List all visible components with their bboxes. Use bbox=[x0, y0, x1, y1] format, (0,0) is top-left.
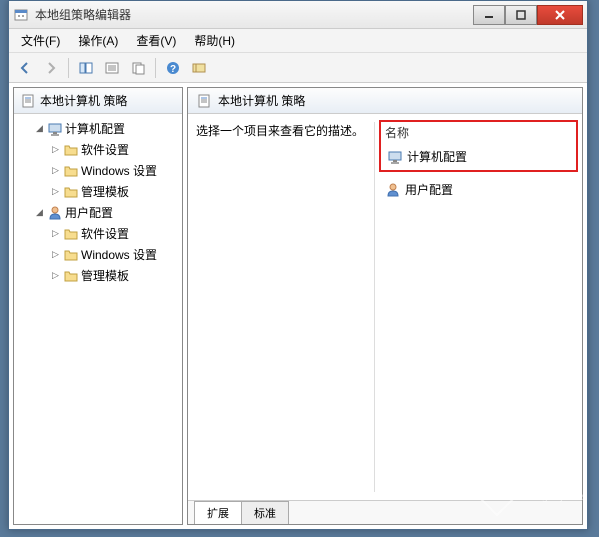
list-panel: 名称 计算机配置 用户配置 bbox=[374, 122, 574, 492]
tab-extended[interactable]: 扩展 bbox=[194, 501, 242, 524]
expand-icon[interactable]: ▷ bbox=[50, 186, 61, 197]
show-hide-tree-button[interactable] bbox=[74, 56, 98, 80]
folder-icon bbox=[63, 268, 79, 284]
help-button[interactable]: ? bbox=[161, 56, 185, 80]
computer-icon bbox=[387, 149, 403, 165]
policy-icon bbox=[20, 93, 36, 109]
detail-pane: 本地计算机 策略 选择一个项目来查看它的描述。 名称 计算机配置 bbox=[187, 87, 583, 525]
tree-node-software-settings[interactable]: ▷ 软件设置 bbox=[16, 223, 180, 244]
window-title: 本地组策略编辑器 bbox=[35, 6, 473, 23]
user-icon bbox=[47, 205, 63, 221]
column-header-name[interactable]: 名称 bbox=[385, 124, 572, 145]
tree-label: 计算机配置 bbox=[65, 120, 125, 137]
tree-label: Windows 设置 bbox=[81, 162, 157, 179]
menu-view[interactable]: 查看(V) bbox=[130, 30, 182, 51]
tree-node-windows-settings[interactable]: ▷ Windows 设置 bbox=[16, 244, 180, 265]
computer-icon bbox=[47, 121, 63, 137]
maximize-button[interactable] bbox=[505, 5, 537, 25]
folder-icon bbox=[63, 247, 79, 263]
tree-root-label: 本地计算机 策略 bbox=[40, 92, 127, 109]
forward-button[interactable] bbox=[39, 56, 63, 80]
menu-action[interactable]: 操作(A) bbox=[72, 30, 124, 51]
window-buttons bbox=[473, 5, 583, 25]
close-button[interactable] bbox=[537, 5, 583, 25]
collapse-icon[interactable]: ◢ bbox=[34, 123, 45, 134]
folder-icon bbox=[63, 184, 79, 200]
detail-tabs: 扩展 标准 bbox=[188, 500, 582, 524]
list-item-computer-config[interactable]: 计算机配置 bbox=[385, 145, 572, 168]
highlight-box: 名称 计算机配置 bbox=[379, 120, 578, 172]
properties-button[interactable] bbox=[100, 56, 124, 80]
tree-node-user-config[interactable]: ◢ 用户配置 bbox=[16, 202, 180, 223]
expand-icon[interactable]: ▷ bbox=[50, 270, 61, 281]
toolbar-separator bbox=[68, 58, 69, 78]
expand-icon[interactable]: ▷ bbox=[50, 228, 61, 239]
menu-help[interactable]: 帮助(H) bbox=[188, 30, 241, 51]
tree-node-windows-settings[interactable]: ▷ Windows 设置 bbox=[16, 160, 180, 181]
detail-title: 本地计算机 策略 bbox=[218, 92, 305, 109]
description-panel: 选择一个项目来查看它的描述。 bbox=[196, 122, 374, 492]
tree-pane: 本地计算机 策略 ◢ 计算机配置 ▷ 软件设置 ▷ Windows 设置 bbox=[13, 87, 183, 525]
user-icon bbox=[385, 182, 401, 198]
tree-label: Windows 设置 bbox=[81, 246, 157, 263]
tree-label: 管理模板 bbox=[81, 267, 129, 284]
detail-body: 选择一个项目来查看它的描述。 名称 计算机配置 用户配置 bbox=[188, 114, 582, 500]
policy-icon bbox=[196, 93, 212, 109]
filter-button[interactable] bbox=[187, 56, 211, 80]
toolbar-separator bbox=[155, 58, 156, 78]
list-item-label: 用户配置 bbox=[405, 181, 453, 198]
menubar: 文件(F) 操作(A) 查看(V) 帮助(H) bbox=[9, 29, 587, 53]
tab-standard[interactable]: 标准 bbox=[241, 501, 289, 524]
tree-label: 用户配置 bbox=[65, 204, 113, 221]
minimize-button[interactable] bbox=[473, 5, 505, 25]
tree-header: 本地计算机 策略 bbox=[14, 88, 182, 114]
titlebar: 本地组策略编辑器 bbox=[9, 1, 587, 29]
toolbar: ? bbox=[9, 53, 587, 83]
list-item-label: 计算机配置 bbox=[407, 148, 467, 165]
tree-node-admin-templates[interactable]: ▷ 管理模板 bbox=[16, 181, 180, 202]
main-window: 本地组策略编辑器 文件(F) 操作(A) 查看(V) 帮助(H) ? 本地计算机… bbox=[8, 0, 588, 530]
tree-node-computer-config[interactable]: ◢ 计算机配置 bbox=[16, 118, 180, 139]
detail-header: 本地计算机 策略 bbox=[188, 88, 582, 114]
export-button[interactable] bbox=[126, 56, 150, 80]
expand-icon[interactable]: ▷ bbox=[50, 144, 61, 155]
expand-icon[interactable]: ▷ bbox=[50, 165, 61, 176]
tree-label: 管理模板 bbox=[81, 183, 129, 200]
tree-label: 软件设置 bbox=[81, 225, 129, 242]
app-icon bbox=[13, 7, 29, 23]
expand-icon[interactable]: ▷ bbox=[50, 249, 61, 260]
collapse-icon[interactable]: ◢ bbox=[34, 207, 45, 218]
list-item-user-config[interactable]: 用户配置 bbox=[383, 178, 574, 201]
folder-icon bbox=[63, 226, 79, 242]
tree-label: 软件设置 bbox=[81, 141, 129, 158]
back-button[interactable] bbox=[13, 56, 37, 80]
svg-text:?: ? bbox=[170, 64, 176, 75]
tree-node-software-settings[interactable]: ▷ 软件设置 bbox=[16, 139, 180, 160]
content-area: 本地计算机 策略 ◢ 计算机配置 ▷ 软件设置 ▷ Windows 设置 bbox=[9, 83, 587, 529]
description-hint: 选择一个项目来查看它的描述。 bbox=[196, 122, 366, 139]
tree-body: ◢ 计算机配置 ▷ 软件设置 ▷ Windows 设置 ▷ 管理 bbox=[14, 114, 182, 290]
folder-icon bbox=[63, 142, 79, 158]
folder-icon bbox=[63, 163, 79, 179]
menu-file[interactable]: 文件(F) bbox=[15, 30, 66, 51]
tree-node-admin-templates[interactable]: ▷ 管理模板 bbox=[16, 265, 180, 286]
